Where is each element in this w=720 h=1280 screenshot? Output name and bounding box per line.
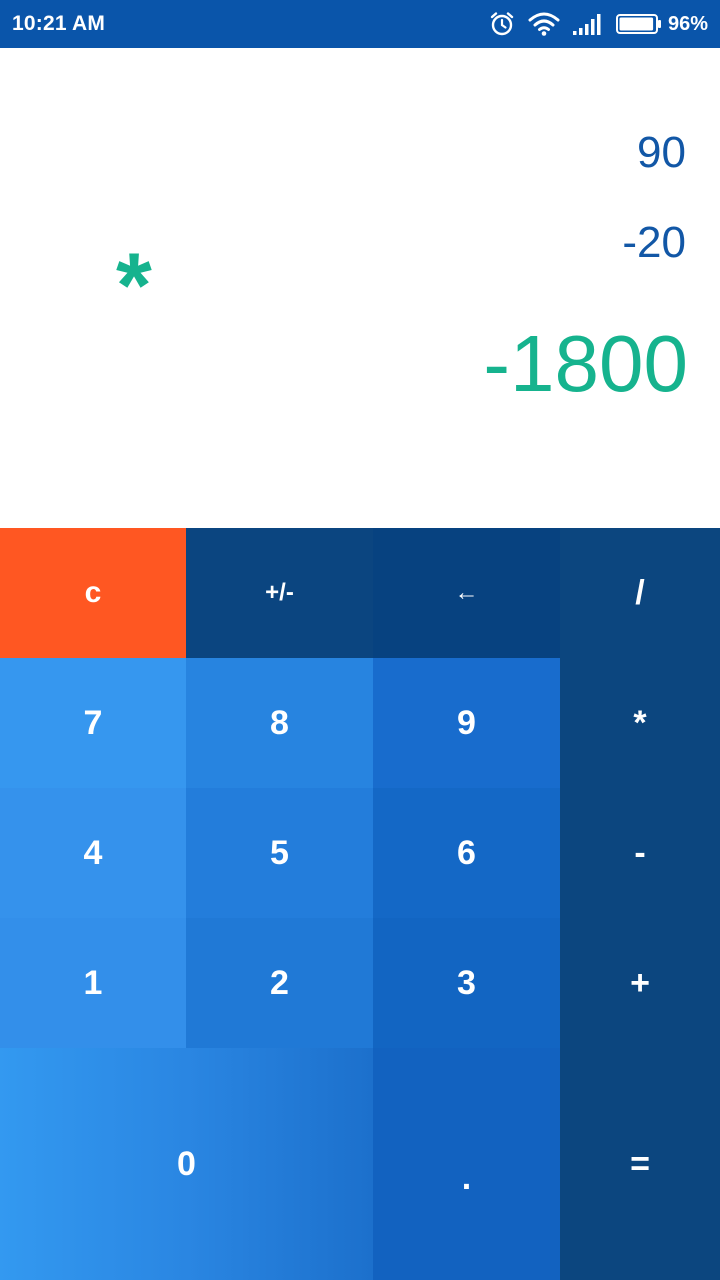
digit-4-button[interactable]: 4 — [0, 788, 186, 918]
status-time: 10:21 AM — [12, 12, 106, 35]
decimal-point-label: . — [461, 1158, 472, 1197]
digit-9-button[interactable]: 9 — [373, 658, 560, 788]
battery-percent: 96% — [667, 12, 708, 35]
operator-indicator: * — [116, 235, 152, 337]
signal-icon — [572, 12, 604, 36]
wifi-icon — [528, 11, 560, 37]
battery-indicator: 96% — [615, 12, 708, 36]
battery-icon — [615, 13, 662, 35]
digit-6-button[interactable]: 6 — [373, 788, 560, 918]
multiply-button[interactable]: * — [560, 658, 720, 788]
digit-8-button[interactable]: 8 — [186, 658, 373, 788]
digit-3-button[interactable]: 3 — [373, 918, 560, 1048]
keypad: c +/- ← / 7 8 9 * 4 5 6 - 1 2 3 + 0 . = — [0, 528, 720, 1280]
digit-0-button[interactable]: 0 — [0, 1048, 373, 1280]
second-operand: -20 — [622, 218, 686, 267]
minus-button[interactable]: - — [560, 788, 720, 918]
decimal-point-button[interactable]: . — [373, 1048, 560, 1280]
backspace-button[interactable]: ← — [373, 528, 560, 658]
clear-button[interactable]: c — [0, 528, 186, 658]
status-icons: 96% — [488, 10, 708, 38]
status-bar: 10:21 AM 96% — [0, 0, 720, 48]
digit-1-button[interactable]: 1 — [0, 918, 186, 1048]
result-value: -1800 — [483, 319, 688, 408]
calculator-display: 90 -20 * -1800 — [0, 48, 720, 528]
equals-button[interactable]: = — [560, 1048, 720, 1280]
digit-5-button[interactable]: 5 — [186, 788, 373, 918]
plus-button[interactable]: + — [560, 918, 720, 1048]
plus-minus-button[interactable]: +/- — [186, 528, 373, 658]
first-operand: 90 — [637, 128, 686, 177]
divide-button[interactable]: / — [560, 528, 720, 658]
alarm-icon — [488, 10, 516, 38]
digit-7-button[interactable]: 7 — [0, 658, 186, 788]
digit-2-button[interactable]: 2 — [186, 918, 373, 1048]
